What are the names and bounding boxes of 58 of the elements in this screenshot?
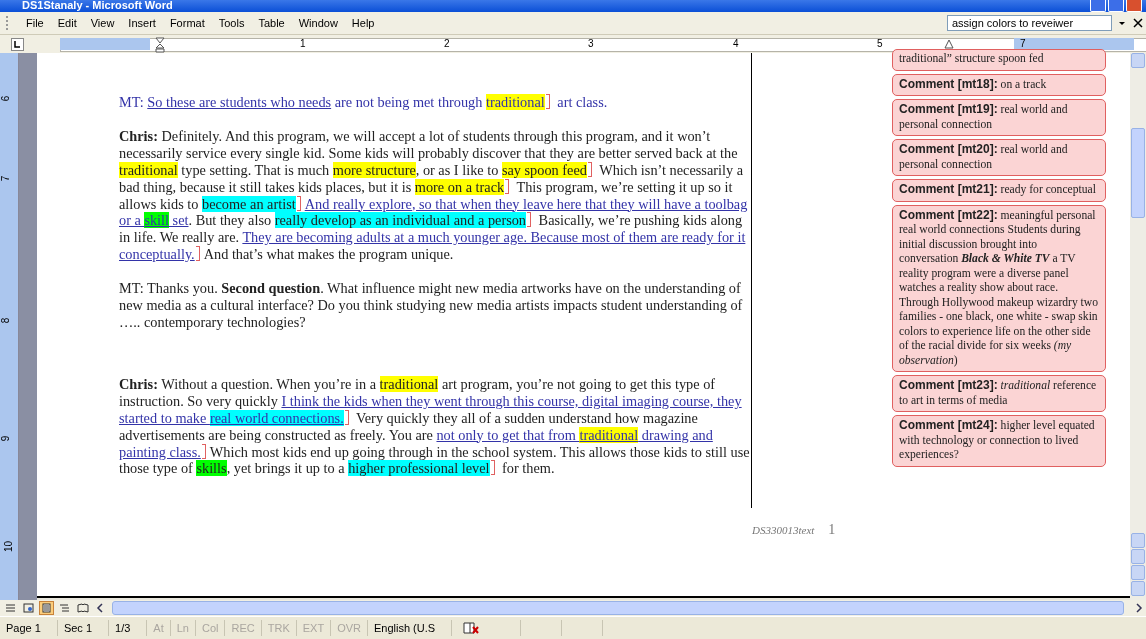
menu-item[interactable]: Format — [162, 15, 212, 31]
close-icon[interactable] — [1133, 18, 1143, 28]
transcript-paragraph: Chris: Without a question. When you’re in a traditional art program, you’re not going to get this type of instruction. So very quickly I think the kids when they went through this course, digital imaging course, they started to make real world connections. Very quickly they all of a sudden understand how magazine advertisements are being constructed as freely. You are not only to get that from traditional drawing and painting class. Which most kids end up going through in the school system. This allows those kids to still use those type of skills, yet brings it up to a higher professional level for them. — [119, 375, 751, 478]
menu-item[interactable]: Window — [291, 15, 345, 31]
minimize-button[interactable] — [1090, 0, 1106, 12]
window-title: DS1Stanaly - Microsoft Word — [22, 0, 173, 11]
status-item: Page 1 — [0, 620, 58, 636]
comment-balloon[interactable]: Comment [mt18]: on a track — [892, 73, 1106, 96]
ruler-number: 9 — [0, 435, 12, 442]
comment-balloon[interactable]: Comment [mt20]: real world and personal connection — [892, 139, 1106, 176]
comment-balloon[interactable]: Comment [mt21]: ready for conceptual — [892, 179, 1106, 202]
status-item: Col — [195, 620, 226, 636]
status-item: Ln — [170, 620, 196, 636]
status-item: At — [147, 620, 171, 636]
ruler-number: 2 — [444, 38, 450, 50]
indent-marker-icon[interactable] — [155, 37, 165, 53]
transcript-paragraph: Chris: Definitely. And this program, we will accept a lot of students through this program, and it won’t necessarily service every single kid. Some kids will probably discover that they are better served back at the traditional type setting. That is much more structure, or as I like to say spoon feed Which isn’t necessarily a bad thing, because it still takes kids places, but it is more on a track This program, we’re setting it up so it allows kids to become an artist And really explore, so that when they leave here that they will have a toolbag or a skill set. But they also really develop as an individual and a person Basically, we’re pushing kids along in life. We really are. They are becoming adults at a much younger age. Because most of them are ready for it conceptually. And that’s what makes the program unique. — [119, 127, 749, 264]
menu-item[interactable]: Help — [344, 15, 382, 31]
page-number: 1 — [828, 522, 836, 538]
comment-balloon[interactable]: Comment [mt24]: higher level equated with technology or connection to lived experiences? — [892, 415, 1106, 467]
status-item: TRK — [261, 620, 297, 636]
view-button-icon[interactable] — [21, 601, 36, 615]
menu-item[interactable]: View — [83, 15, 122, 31]
menu-item[interactable]: Insert — [121, 15, 163, 31]
menu-item[interactable]: Tools — [211, 15, 252, 31]
ruler-number: 1 — [300, 38, 306, 50]
ruler-number: 5 — [877, 38, 883, 50]
spelling-book-icon[interactable] — [462, 621, 481, 635]
tab-selector-icon[interactable] — [11, 37, 24, 51]
menu-item[interactable]: Table — [251, 15, 292, 31]
status-item: 1/3 — [109, 620, 148, 636]
scrollbar-thumb[interactable] — [112, 601, 1124, 615]
transcript-paragraph: MT: So these are students who needs are not being met through traditional art class. — [119, 94, 609, 111]
scrollbar-thumb[interactable] — [1131, 128, 1145, 218]
maximize-button[interactable] — [1108, 0, 1124, 12]
ruler-number: 3 — [588, 38, 594, 50]
status-item: REC — [225, 620, 262, 636]
comment-balloon[interactable]: Comment [mt22]: meaningful personal real world connections Students during initial discussion brought into conversation Black & White TV a TV reality program were a diverse panel watches a reality show about race. Through Hollywood makeup wizardry two families - one black, one white - swap skin colors to experience life on the other side of the racial divide for six weeks (my observation) — [892, 204, 1106, 372]
view-button-icon[interactable] — [75, 601, 90, 615]
status-item: English (U.S — [367, 620, 453, 636]
status-item: OVR — [331, 620, 368, 636]
footer-filename: DS330013text — [752, 524, 815, 536]
comment-balloon[interactable]: Comment [mt23]: traditional reference to art in terms of media — [892, 375, 1106, 412]
question-field[interactable]: assign colors to reveiwer — [947, 15, 1112, 31]
menu-item[interactable]: File — [19, 15, 51, 31]
transcript-paragraph: MT: Thanks you. Second question. What influence might new media artworks have on the understanding of new media as a cultural interface? Do you think studying new media artists impacts student understanding of ….. contemporary technologies? — [119, 280, 744, 331]
ruler-number: 7 — [1020, 38, 1026, 50]
status-item: Sec 1 — [57, 620, 109, 636]
close-button[interactable] — [1126, 0, 1142, 12]
ruler-number: 4 — [733, 38, 739, 50]
comment-balloon[interactable]: Comment [mt19]: real world and personal connection — [892, 99, 1106, 136]
comment-balloon[interactable]: traditional” structure spoon fed — [892, 49, 1106, 71]
ruler-number: 7 — [0, 175, 12, 182]
ruler-number: 10 — [3, 540, 15, 553]
ruler-number: 6 — [0, 95, 12, 102]
status-item: EXT — [296, 620, 332, 636]
menu-item[interactable]: Edit — [50, 15, 84, 31]
ruler-number: 8 — [0, 317, 12, 324]
